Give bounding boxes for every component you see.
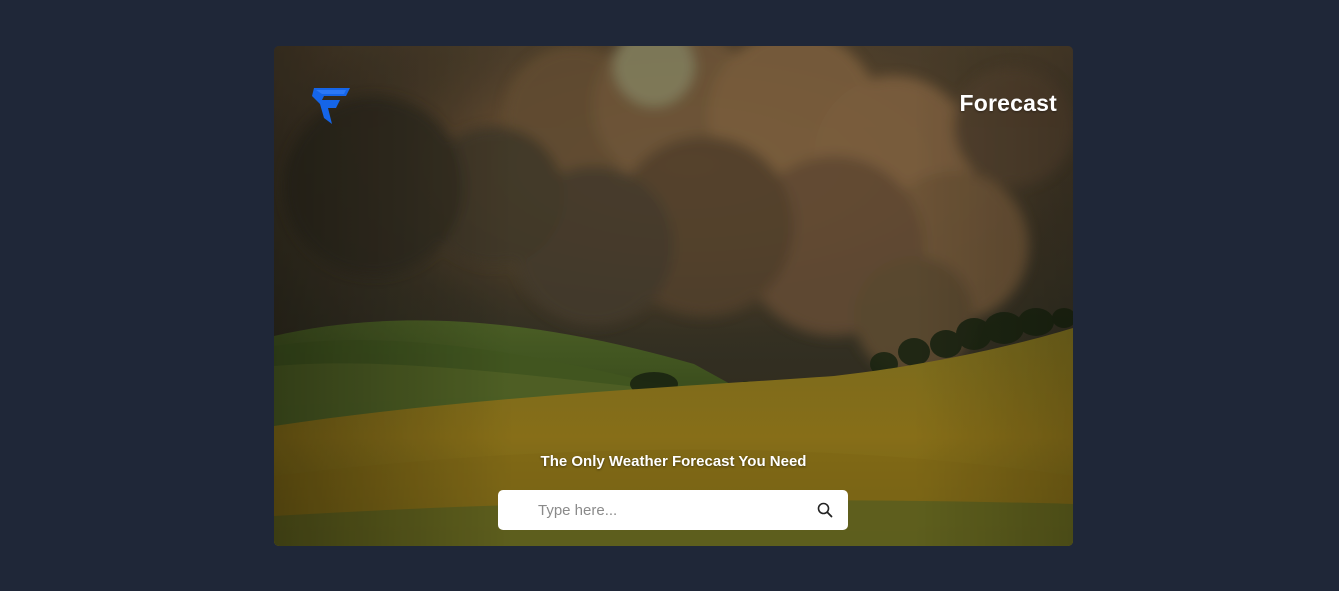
search-bar: [498, 490, 848, 530]
hero-tagline: The Only Weather Forecast You Need: [540, 453, 807, 470]
search-input[interactable]: [538, 490, 808, 530]
app-title: Forecast: [959, 90, 1057, 116]
search-icon[interactable]: [816, 501, 834, 519]
app-logo-icon: [312, 88, 350, 124]
hero-card: Forecast The Only Weather Forecast You N…: [274, 46, 1073, 546]
hero-background-image: [274, 46, 1073, 546]
